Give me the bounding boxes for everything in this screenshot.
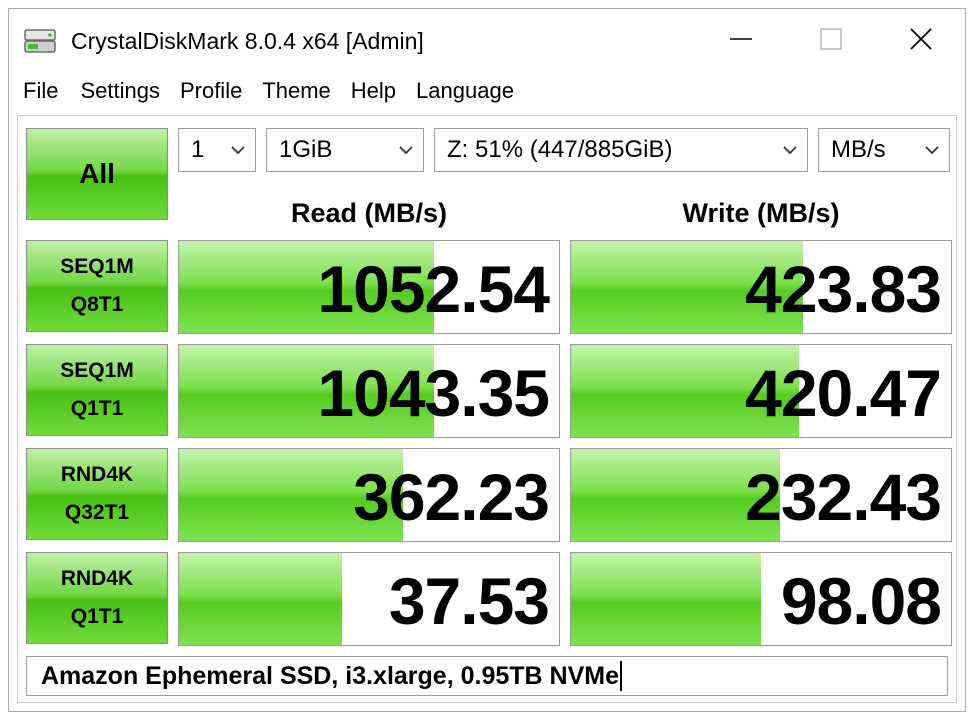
test-name-line2: Q1T1 — [70, 397, 124, 420]
size-select[interactable]: 1GiB — [266, 128, 424, 172]
read-result-value: 362.23 — [353, 460, 550, 534]
write-result-box: 98.08 — [570, 552, 952, 646]
menu-bar: File Settings Profile Theme Help Languag… — [9, 73, 965, 109]
read-result-box: 1043.35 — [178, 344, 560, 438]
test-name-line1: RND4K — [60, 463, 134, 486]
unit-value: MB/s — [831, 136, 886, 163]
test-name-line2: Q32T1 — [64, 501, 130, 524]
all-button-label: All — [79, 158, 115, 189]
menu-theme[interactable]: Theme — [254, 76, 338, 106]
count-value: 1 — [191, 136, 205, 163]
read-header: Read (MB/s) — [290, 198, 447, 228]
minimize-icon — [730, 38, 752, 40]
write-result-box: 423.83 — [570, 240, 952, 334]
read-result-box: 1052.54 — [178, 240, 560, 334]
window-title: CrystalDiskMark 8.0.4 x64 [Admin] — [71, 28, 424, 54]
maximize-button[interactable] — [801, 17, 861, 61]
menu-language[interactable]: Language — [408, 76, 522, 106]
read-result-value: 37.53 — [388, 564, 550, 638]
test-name-line2: Q1T1 — [70, 605, 124, 628]
write-result-value: 98.08 — [780, 564, 942, 638]
count-select[interactable]: 1 — [178, 128, 256, 172]
write-header: Write (MB/s) — [682, 198, 840, 228]
title-bar: CrystalDiskMark 8.0.4 x64 [Admin] — [9, 9, 965, 71]
read-result-value: 1052.54 — [317, 252, 550, 326]
write-result-box: 420.47 — [570, 344, 952, 438]
drive-select[interactable]: Z: 51% (447/885GiB) — [434, 128, 808, 172]
all-button[interactable]: All — [26, 128, 168, 220]
menu-profile[interactable]: Profile — [172, 76, 250, 106]
test-name-line1: SEQ1M — [60, 359, 134, 382]
menu-settings[interactable]: Settings — [72, 76, 168, 106]
menu-help[interactable]: Help — [343, 76, 404, 106]
app-window: CrystalDiskMark 8.0.4 x64 [Admin] File S… — [8, 8, 966, 712]
read-result-box: 362.23 — [178, 448, 560, 542]
test-button[interactable]: SEQ1M Q8T1 — [26, 240, 168, 332]
maximize-icon — [820, 28, 842, 50]
write-result-value: 232.43 — [745, 460, 942, 534]
test-button[interactable]: RND4K Q1T1 — [26, 552, 168, 644]
test-name-line1: SEQ1M — [60, 255, 134, 278]
read-result-bar — [179, 553, 343, 645]
read-result-box: 37.53 — [178, 552, 560, 646]
comment-text: Amazon Ephemeral SSD, i3.xlarge, 0.95TB … — [41, 661, 619, 690]
write-result-bar — [571, 553, 761, 645]
drive-value: Z: 51% (447/885GiB) — [447, 136, 673, 163]
test-name-line1: RND4K — [60, 567, 134, 590]
chevron-down-icon — [399, 146, 413, 155]
close-button[interactable] — [891, 17, 951, 61]
chevron-down-icon — [231, 146, 245, 155]
write-result-value: 420.47 — [745, 356, 942, 430]
test-name-line2: Q8T1 — [70, 293, 124, 316]
read-result-value: 1043.35 — [317, 356, 550, 430]
minimize-button[interactable] — [711, 17, 771, 61]
close-icon — [910, 28, 932, 50]
test-button[interactable]: RND4K Q32T1 — [26, 448, 168, 540]
comment-field[interactable]: Amazon Ephemeral SSD, i3.xlarge, 0.95TB … — [26, 656, 948, 696]
write-result-box: 232.43 — [570, 448, 952, 542]
text-caret — [619, 661, 622, 691]
unit-select[interactable]: MB/s — [818, 128, 950, 172]
test-button[interactable]: SEQ1M Q1T1 — [26, 344, 168, 436]
write-result-value: 423.83 — [745, 252, 942, 326]
size-value: 1GiB — [279, 136, 333, 163]
chevron-down-icon — [783, 146, 797, 155]
benchmark-panel: All 1 1GiB Z: 51% (447/885GiB) MB/s Read… — [17, 115, 957, 703]
chevron-down-icon — [925, 146, 939, 155]
menu-file[interactable]: File — [9, 76, 66, 106]
disk-drive-icon — [24, 29, 56, 53]
